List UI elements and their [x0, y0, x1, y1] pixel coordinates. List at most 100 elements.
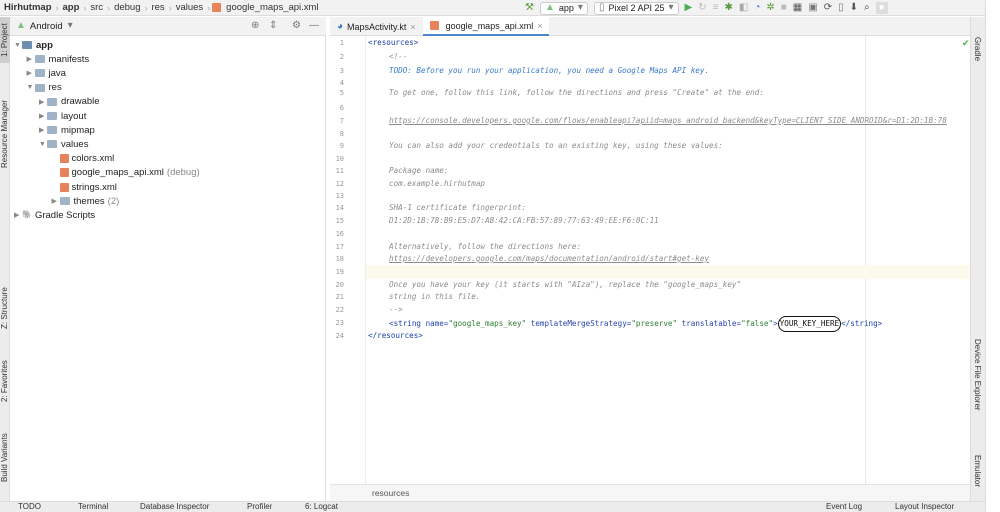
- project-structure-icon[interactable]: ▦: [793, 2, 802, 14]
- tree-item[interactable]: ▶ manifests: [27, 52, 90, 66]
- tree-item[interactable]: strings.xml: [52, 180, 117, 194]
- breadcrumb-app[interactable]: app: [61, 2, 82, 13]
- api-key-placeholder[interactable]: YOUR_KEY_HERE: [777, 316, 842, 332]
- debug-icon[interactable]: ✱: [724, 2, 732, 14]
- tree-item[interactable]: colors.xml: [52, 152, 114, 166]
- line-number[interactable]: 13: [330, 192, 344, 200]
- line-number[interactable]: 15: [330, 217, 344, 225]
- chevron-down-icon[interactable]: ▾: [68, 20, 73, 32]
- tree-item[interactable]: ▶ themes (2): [52, 194, 120, 208]
- tool-tab-gradle[interactable]: Gradle: [973, 37, 982, 61]
- project-view-select[interactable]: Android: [30, 21, 63, 32]
- line-number[interactable]: 21: [330, 293, 344, 301]
- tool-tab-build-variants[interactable]: Build Variants: [0, 423, 10, 493]
- breadcrumb-debug[interactable]: debug: [112, 2, 142, 13]
- apply-code-changes-icon[interactable]: ≡: [713, 2, 719, 14]
- profile-icon[interactable]: ◔: [754, 2, 760, 14]
- tree-item[interactable]: ▶ layout: [39, 109, 86, 123]
- run-icon[interactable]: ▶: [685, 2, 693, 14]
- breadcrumb-file[interactable]: google_maps_api.xml: [224, 2, 320, 13]
- collapsed-arrow-icon[interactable]: ▶: [27, 55, 35, 63]
- tab-google-maps-api[interactable]: google_maps_api.xml ×: [422, 17, 550, 36]
- line-number[interactable]: 9: [330, 142, 344, 150]
- tool-tab-resource-manager[interactable]: Resource Manager: [0, 89, 10, 179]
- tool-tab-project[interactable]: 1: Project: [0, 17, 10, 63]
- sync-gradle-icon[interactable]: ⟳: [824, 2, 832, 14]
- line-number[interactable]: 8: [330, 130, 344, 138]
- breadcrumb-res[interactable]: res: [149, 2, 166, 13]
- tool-profiler[interactable]: Profiler: [247, 502, 272, 512]
- tree-item[interactable]: ▶ java: [27, 66, 66, 80]
- locate-icon[interactable]: ⊕: [251, 20, 259, 32]
- avd-manager-icon[interactable]: ▯: [838, 2, 844, 14]
- line-number[interactable]: 24: [330, 332, 344, 340]
- collapsed-arrow-icon[interactable]: ▶: [14, 211, 22, 219]
- expanded-arrow-icon[interactable]: ▼: [14, 42, 22, 49]
- collapse-all-icon[interactable]: ⇕: [269, 20, 277, 32]
- tool-tab-favorites[interactable]: 2: Favorites: [0, 349, 10, 413]
- collapsed-arrow-icon[interactable]: ▶: [39, 126, 47, 134]
- tree-item[interactable]: ▼ app: [14, 38, 53, 52]
- stop-icon[interactable]: ■: [781, 2, 787, 14]
- device-select[interactable]: ▯ Pixel 2 API 25 ▾: [593, 1, 679, 15]
- expanded-arrow-icon[interactable]: ▼: [39, 141, 47, 148]
- hammer-build-icon[interactable]: ⚒: [525, 2, 534, 14]
- tool-layout-inspector[interactable]: Layout Inspector: [895, 502, 954, 512]
- code-line-7-link[interactable]: https://console.developers.google.com/fl…: [389, 114, 947, 128]
- tree-item[interactable]: google_maps_api.xml (debug): [52, 166, 200, 180]
- avatar-icon[interactable]: ●: [875, 2, 888, 14]
- tool-terminal[interactable]: Terminal: [78, 502, 108, 512]
- tree-item[interactable]: ▼ res: [27, 81, 62, 95]
- code-line-18-link[interactable]: https://developers.google.com/maps/docum…: [389, 252, 709, 266]
- collapsed-arrow-icon[interactable]: ▶: [27, 69, 35, 77]
- expanded-arrow-icon[interactable]: ▼: [27, 84, 35, 91]
- breadcrumb-project[interactable]: Hirhutmap: [0, 2, 54, 13]
- attach-debugger-icon[interactable]: ◧: [739, 2, 748, 14]
- close-icon[interactable]: ×: [410, 22, 415, 32]
- line-number[interactable]: 4: [330, 79, 344, 87]
- line-number[interactable]: 18: [330, 255, 344, 263]
- attach-debugger-process-icon[interactable]: ✲: [766, 2, 774, 14]
- minimize-icon[interactable]: —: [309, 20, 319, 32]
- line-number[interactable]: 7: [330, 117, 344, 125]
- tool-tab-emulator[interactable]: Emulator: [973, 455, 982, 487]
- code-editor[interactable]: <resources> <!-- TODO: Before you run yo…: [366, 36, 970, 484]
- close-icon[interactable]: ×: [537, 21, 542, 31]
- run-config-select[interactable]: ▲ app ▾: [539, 1, 588, 15]
- line-number[interactable]: 22: [330, 306, 344, 314]
- line-number[interactable]: 17: [330, 243, 344, 251]
- line-number[interactable]: 12: [330, 180, 344, 188]
- tool-tab-structure[interactable]: Z: Structure: [0, 275, 10, 341]
- line-number[interactable]: 5: [330, 89, 344, 97]
- line-number[interactable]: 11: [330, 167, 344, 175]
- terminal-icon[interactable]: ▣: [808, 2, 817, 14]
- line-number[interactable]: 2: [330, 53, 344, 61]
- line-number[interactable]: 20: [330, 281, 344, 289]
- collapsed-arrow-icon[interactable]: ▶: [39, 112, 47, 120]
- apply-changes-icon[interactable]: ↻: [698, 2, 706, 14]
- tree-item[interactable]: ▶ mipmap: [39, 123, 95, 137]
- breadcrumb-values[interactable]: values: [174, 2, 205, 13]
- search-icon[interactable]: ⌕: [864, 2, 870, 14]
- tool-todo[interactable]: TODO: [18, 502, 41, 512]
- tool-tab-device-file-explorer[interactable]: Device File Explorer: [973, 339, 982, 411]
- tool-database-inspector[interactable]: Database Inspector: [140, 502, 209, 512]
- editor-breadcrumb-item[interactable]: resources: [372, 488, 409, 498]
- tree-item[interactable]: ▶ 🐘 Gradle Scripts: [14, 208, 95, 222]
- tree-item[interactable]: ▶ drawable: [39, 95, 100, 109]
- line-number[interactable]: 14: [330, 204, 344, 212]
- tool-logcat[interactable]: 6: Logcat: [305, 502, 338, 512]
- tool-event-log[interactable]: Event Log: [826, 502, 862, 512]
- sdk-manager-icon[interactable]: ⬇: [850, 2, 858, 14]
- collapsed-arrow-icon[interactable]: ▶: [39, 98, 47, 106]
- tree-item[interactable]: ▼ values: [39, 137, 88, 151]
- line-number[interactable]: 23: [330, 319, 344, 327]
- tab-maps-activity[interactable]: ◕ MapsActivity.kt ×: [330, 17, 423, 36]
- line-number[interactable]: 1: [330, 39, 344, 47]
- line-number[interactable]: 16: [330, 230, 344, 238]
- line-number[interactable]: 6: [330, 104, 344, 112]
- line-number[interactable]: 19: [330, 268, 344, 276]
- collapsed-arrow-icon[interactable]: ▶: [52, 197, 60, 205]
- line-number[interactable]: 3: [330, 67, 344, 75]
- line-number[interactable]: 10: [330, 155, 344, 163]
